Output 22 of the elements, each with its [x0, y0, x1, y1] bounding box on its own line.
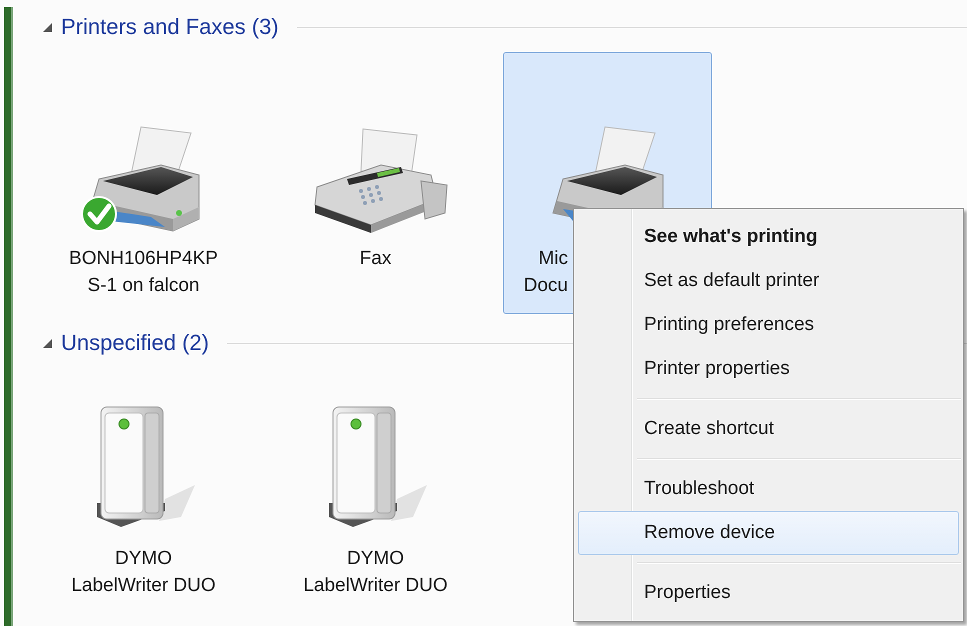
device-label: Fax: [360, 247, 392, 271]
device-label: Mic: [538, 247, 568, 271]
device-tile[interactable]: DYMO LabelWriter DUO: [39, 368, 248, 616]
expand-triangle-icon[interactable]: [41, 21, 53, 33]
menu-item[interactable]: Troubleshoot: [578, 467, 959, 511]
expand-triangle-icon[interactable]: [41, 337, 53, 349]
device-label: Docu: [524, 274, 568, 298]
menu-item[interactable]: Remove device: [578, 511, 959, 555]
device-label: S-1 on falcon: [88, 274, 200, 298]
device-label: DYMO: [347, 547, 404, 571]
group-header[interactable]: Printers and Faxes (3): [61, 14, 279, 40]
device-tile[interactable]: BONH106HP4KP S-1 on falcon: [39, 52, 248, 314]
menu-item[interactable]: Properties: [578, 571, 959, 615]
menu-item[interactable]: Create shortcut: [578, 407, 959, 451]
menu-item[interactable]: Printer properties: [578, 347, 959, 391]
device-tile[interactable]: Fax: [271, 52, 480, 314]
device-tile[interactable]: DYMO LabelWriter DUO: [271, 368, 480, 616]
device-label: LabelWriter DUO: [71, 574, 216, 598]
group-header[interactable]: Unspecified (2): [61, 330, 209, 356]
device-label: DYMO: [115, 547, 172, 571]
device-label: BONH106HP4KP: [69, 247, 218, 271]
device-label: LabelWriter DUO: [303, 574, 448, 598]
